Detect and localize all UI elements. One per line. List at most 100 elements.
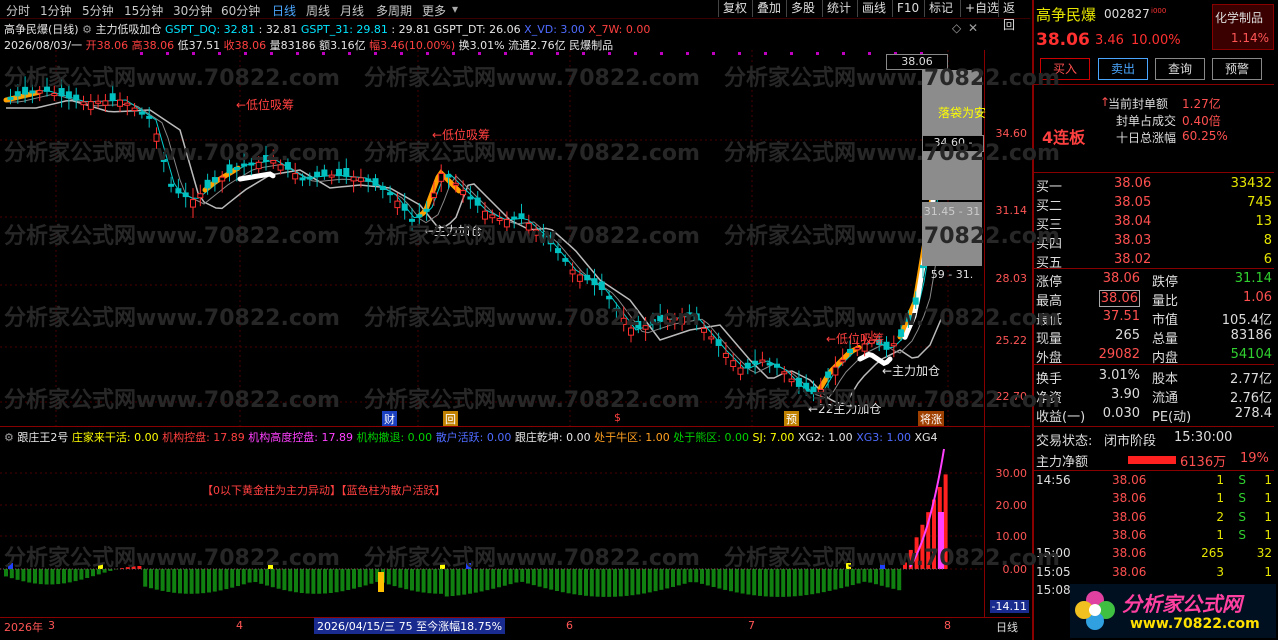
signal-dot: [712, 52, 715, 55]
panel-divider: [0, 426, 1030, 427]
date-axis-period[interactable]: 日线: [996, 619, 1018, 635]
candle-body: [460, 190, 467, 196]
collapse-diamond-icon[interactable]: ◇: [952, 21, 961, 35]
indicator-name[interactable]: 主力低吸加仓: [95, 23, 161, 36]
indicator-bar: [166, 569, 171, 592]
stat-label: 流通: [1152, 391, 1179, 406]
bid-row[interactable]: 买三 38.04 13: [1034, 214, 1274, 233]
indicator-bar: [276, 569, 281, 589]
candle-body: [153, 133, 160, 142]
multi-stock-button[interactable]: 多股: [786, 0, 819, 17]
candle-body: [226, 164, 233, 174]
tick-volume: 1: [1216, 473, 1224, 487]
sell-button[interactable]: 卖出: [1098, 58, 1148, 80]
review-tag[interactable]: 回: [443, 411, 458, 427]
indicator-bar: [601, 569, 606, 597]
niu-qu: 处于牛区: 1.00: [594, 431, 670, 444]
period-multi[interactable]: 多周期: [376, 2, 412, 19]
sub-indicator-chart[interactable]: [0, 445, 984, 615]
low-suck-label: ←低位吸筹: [826, 332, 885, 346]
sub-tick: 0.00: [1002, 563, 1028, 576]
tick-price: 38.06: [1112, 473, 1147, 487]
finance-tag[interactable]: 财: [382, 411, 397, 427]
period-60min[interactable]: 60分钟: [221, 2, 260, 19]
indicator-bar: [792, 569, 797, 597]
indicator-bar: [514, 569, 519, 583]
indicator-bar: [410, 569, 414, 591]
add-watchlist-button[interactable]: +自选: [960, 0, 1003, 17]
bid-row[interactable]: 买一 38.06 33432: [1034, 176, 1274, 195]
more-dropdown-icon[interactable]: ▾: [452, 2, 458, 16]
stat-label: 最高: [1036, 294, 1063, 309]
settings-gear-icon[interactable]: ⚙: [82, 23, 92, 36]
candle-body: [87, 101, 94, 110]
period-more[interactable]: 更多: [422, 2, 446, 19]
bid-row[interactable]: 买二 38.05 745: [1034, 195, 1274, 214]
sector-box[interactable]: 化学制品 1.14%: [1212, 4, 1274, 50]
tick-price: 38.06: [1112, 546, 1147, 561]
dollar-icon[interactable]: $: [614, 411, 621, 424]
close-icon[interactable]: ✕: [968, 21, 978, 35]
forecast-tag[interactable]: 预: [784, 411, 799, 427]
jigou-chetui: 机构撤退: 0.00: [356, 431, 433, 444]
indicator-bar: [154, 569, 159, 590]
draw-line-button[interactable]: 画线: [857, 0, 890, 17]
indicator-bar: [485, 569, 490, 591]
mark-button[interactable]: 标记: [924, 0, 957, 17]
sector-pct: 1.14%: [1230, 31, 1269, 45]
period-fenshi[interactable]: 分时: [6, 2, 30, 19]
indicator-bar: [671, 569, 675, 587]
indicator-bar: [91, 569, 95, 577]
candle-body: [854, 347, 861, 351]
indicator-bar: [38, 569, 43, 585]
kline-chart[interactable]: [0, 50, 1030, 426]
period-15min[interactable]: 15分钟: [124, 2, 163, 19]
indicator-bar: [253, 569, 258, 583]
indicator-bar: [491, 569, 496, 589]
candle-body: [649, 319, 656, 324]
gspt-dq: GSPT_DQ: 32.81: [164, 23, 256, 36]
zhuang-lai: 庄家来干活: 0.00: [71, 431, 159, 444]
candle-body: [423, 208, 430, 212]
period-monthly[interactable]: 月线: [340, 2, 364, 19]
candle-body: [36, 90, 43, 94]
indicator-bar: [798, 569, 803, 596]
signal-dot: [296, 52, 299, 55]
buy-button[interactable]: 买入: [1040, 58, 1090, 80]
period-1min[interactable]: 1分钟: [40, 2, 72, 19]
indicator-bar: [392, 569, 397, 587]
rise-tag[interactable]: 将涨: [918, 411, 944, 427]
candle-body: [883, 341, 890, 350]
period-daily[interactable]: 日线: [272, 2, 296, 19]
overlay-button[interactable]: 叠加: [752, 0, 785, 17]
signal-dot: [452, 52, 455, 55]
stock-name: 高争民爆: [1036, 6, 1097, 24]
signal-dot: [608, 52, 611, 55]
tick-row: 38.06 1 S 1: [1034, 491, 1274, 509]
bid-label: 买二: [1036, 199, 1063, 214]
price-tick: 22.70: [995, 390, 1028, 403]
date-month: 8: [944, 619, 951, 632]
candle-body: [190, 199, 196, 208]
stats-button[interactable]: 统计: [822, 0, 855, 17]
fuquan-button[interactable]: 复权: [718, 0, 751, 17]
period-30min[interactable]: 30分钟: [173, 2, 212, 19]
genzhuang-qiankun: 跟庄乾坤: 0.00: [514, 431, 591, 444]
sub-axis: 30.00 20.00 10.00 0.00 -14.11: [984, 427, 1031, 617]
indicator-bar: [247, 569, 252, 583]
indicator-bar: [705, 569, 710, 586]
bid-price: 38.02: [1114, 252, 1152, 267]
candle-body: [182, 192, 189, 198]
period-weekly[interactable]: 周线: [306, 2, 330, 19]
f10-button[interactable]: F10: [892, 0, 923, 17]
query-button[interactable]: 查询: [1155, 58, 1205, 80]
sub-settings-gear-icon[interactable]: ⚙: [4, 431, 14, 444]
back-button[interactable]: 返回: [998, 0, 1030, 32]
stat-value: 38.06: [1102, 271, 1140, 286]
bid-row[interactable]: 买四 38.03 8: [1034, 233, 1274, 252]
sub-indicator-name[interactable]: 跟庄王2号: [17, 431, 68, 444]
candle-body: [80, 101, 87, 106]
alert-button[interactable]: 预警: [1212, 58, 1262, 80]
candle-body: [14, 91, 21, 97]
period-5min[interactable]: 5分钟: [82, 2, 114, 19]
